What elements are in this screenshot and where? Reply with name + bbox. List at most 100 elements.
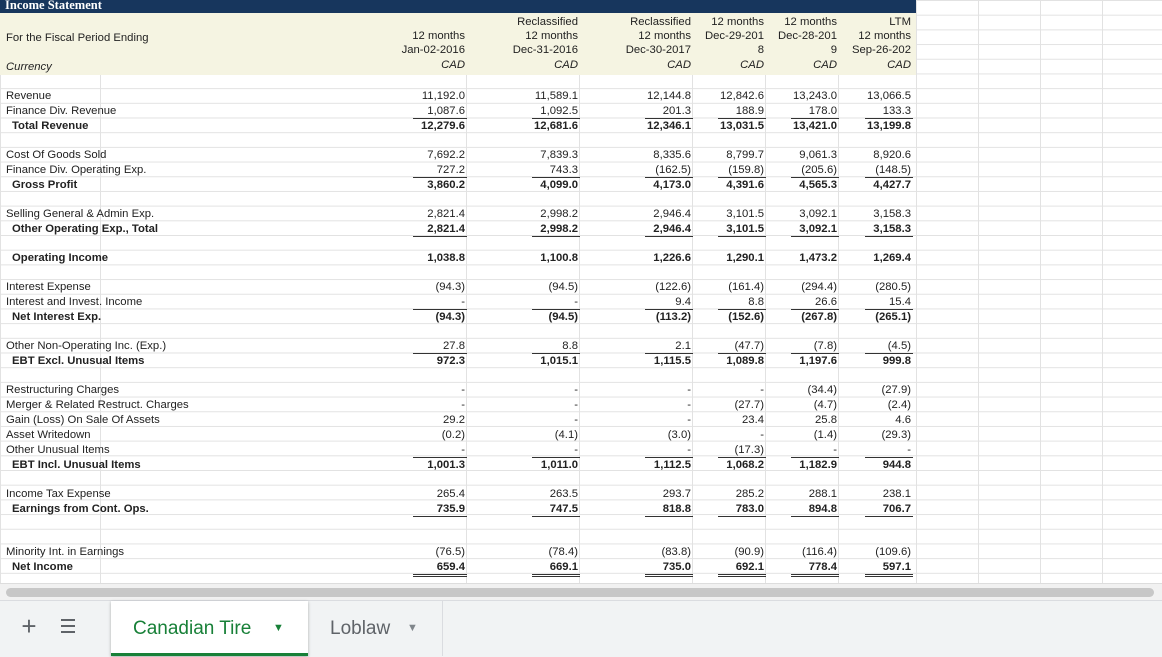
- column-header-line3: Jan-02-2016: [401, 44, 465, 56]
- underline: [865, 574, 913, 575]
- underline: [645, 576, 693, 577]
- value-cell: 15.4: [889, 296, 911, 308]
- row-label: Minority Int. in Earnings: [6, 546, 125, 558]
- grid-column-line: [1040, 0, 1041, 583]
- value-cell: 1,015.1: [540, 355, 578, 367]
- underline: [791, 516, 839, 517]
- row-label: Gross Profit: [12, 179, 78, 191]
- underline: [865, 353, 913, 354]
- caret-down-icon[interactable]: ▼: [407, 601, 418, 656]
- value-cell: (94.3): [435, 281, 465, 293]
- row-label: Restructuring Charges: [6, 384, 120, 396]
- value-cell: 27.8: [443, 340, 465, 352]
- column-currency: CAD: [554, 59, 578, 71]
- underline: [532, 236, 580, 237]
- underline: [791, 576, 839, 577]
- column-header-line3: Sep-26-202: [851, 44, 911, 56]
- row-label: Interest Expense: [6, 281, 91, 293]
- value-cell: 265.4: [436, 488, 465, 500]
- column-header-line1: Reclassified: [517, 16, 578, 28]
- value-cell: 3,158.3: [873, 223, 911, 235]
- value-cell: -: [461, 384, 465, 396]
- row-label: Other Unusual Items: [6, 444, 110, 456]
- underline: [718, 576, 766, 577]
- underline: [413, 576, 467, 577]
- value-cell: (0.2): [441, 429, 465, 441]
- all-sheets-button[interactable]: [58, 615, 78, 637]
- value-cell: (94.3): [435, 311, 465, 323]
- currency-label: Currency: [6, 61, 52, 73]
- underline: [413, 353, 467, 354]
- column-currency: CAD: [887, 59, 911, 71]
- underline: [413, 516, 467, 517]
- grid-column-line: [916, 0, 917, 583]
- value-cell: 1,100.8: [540, 252, 578, 264]
- title-bar: Income Statement: [0, 0, 916, 13]
- value-cell: 1,092.5: [540, 105, 578, 117]
- underline: [791, 236, 839, 237]
- add-sheet-button[interactable]: +: [16, 611, 42, 641]
- underline: [532, 576, 580, 577]
- row-label: Operating Income: [12, 252, 109, 264]
- underline: [532, 574, 580, 575]
- underline: [718, 177, 766, 178]
- value-cell: 1,087.6: [427, 105, 465, 117]
- grid-column-line: [466, 0, 467, 583]
- underline: [532, 177, 580, 178]
- tab-label: Canadian Tire: [133, 618, 252, 639]
- value-cell: 2,998.2: [540, 223, 578, 235]
- underline: [865, 177, 913, 178]
- underline: [791, 353, 839, 354]
- underline: [532, 516, 580, 517]
- underline: [413, 177, 467, 178]
- value-cell: 999.8: [882, 355, 911, 367]
- horizontal-scrollbar[interactable]: [0, 583, 1162, 601]
- underline: [865, 457, 913, 458]
- row-label: Finance Div. Operating Exp.: [6, 164, 147, 176]
- row-label: Finance Div. Revenue: [6, 105, 117, 117]
- row-label: Other Non-Operating Inc. (Exp.): [6, 340, 167, 352]
- value-cell: (4.1): [554, 429, 578, 441]
- value-cell: 7,839.3: [540, 149, 578, 161]
- row-label: Selling General & Admin Exp.: [6, 208, 155, 220]
- value-cell: 944.8: [882, 459, 911, 471]
- tab-canadian-tire[interactable]: Canadian Tire ▼: [111, 601, 308, 656]
- value-cell: -: [574, 296, 578, 308]
- underline: [718, 353, 766, 354]
- underline: [645, 457, 693, 458]
- column-currency: CAD: [441, 59, 465, 71]
- caret-down-icon[interactable]: ▼: [273, 601, 284, 656]
- row-label: Cost Of Goods Sold: [6, 149, 107, 161]
- value-cell: -: [574, 414, 578, 426]
- value-cell: 13,066.5: [867, 90, 911, 102]
- value-cell: -: [574, 399, 578, 411]
- value-cell: 4.6: [895, 414, 911, 426]
- value-cell: 597.1: [882, 561, 911, 573]
- underline: [791, 177, 839, 178]
- underline: [413, 574, 467, 575]
- spreadsheet-grid[interactable]: Income Statement For the Fiscal Period E…: [0, 0, 1162, 583]
- value-cell: 1,011.0: [540, 459, 578, 471]
- underline: [413, 309, 467, 310]
- row-label: Earnings from Cont. Ops.: [12, 503, 149, 515]
- scrollbar-thumb[interactable]: [6, 588, 1154, 597]
- value-cell: 11,192.0: [421, 90, 465, 102]
- tab-loblaw[interactable]: Loblaw ▼: [312, 601, 442, 656]
- underline: [532, 309, 580, 310]
- row-label: Income Tax Expense: [6, 488, 111, 500]
- value-cell: -: [574, 444, 578, 456]
- value-cell: 4,099.0: [540, 179, 578, 191]
- value-cell: 12,681.6: [534, 120, 578, 132]
- underline: [645, 516, 693, 517]
- underline: [865, 576, 913, 577]
- underline: [718, 457, 766, 458]
- value-cell: (94.5): [548, 281, 578, 293]
- value-cell: 12,279.6: [421, 120, 465, 132]
- tab-divider: [442, 601, 443, 656]
- underline: [645, 177, 693, 178]
- menu-icon: [58, 619, 78, 633]
- underline: [791, 457, 839, 458]
- value-cell: 1,001.3: [427, 459, 465, 471]
- underline: [791, 574, 839, 575]
- underline: [645, 118, 693, 119]
